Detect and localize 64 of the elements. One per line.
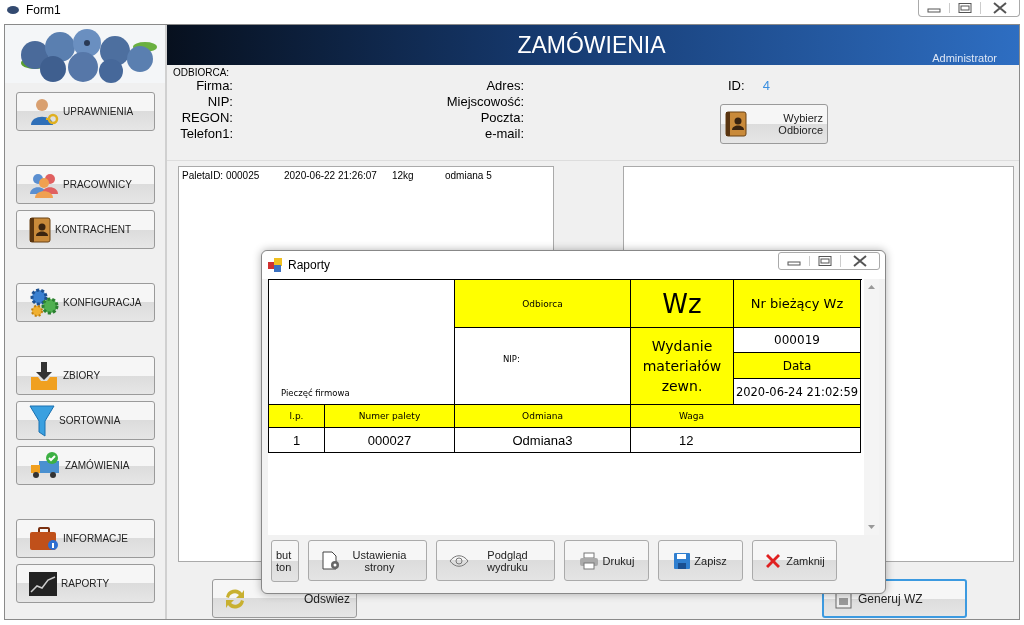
dialog-title: Raporty xyxy=(288,258,331,272)
column-header: Odmiana xyxy=(455,405,631,428)
table-cell: Odmiana3 xyxy=(455,428,631,453)
field-label: NIP: xyxy=(207,94,233,110)
page-title: ZAMÓWIENIA xyxy=(517,31,666,59)
sidebar-button[interactable]: SORTOWNIA xyxy=(16,401,155,440)
download-tray-icon xyxy=(29,360,59,391)
toolbar-button[interactable]: Drukuj xyxy=(564,540,649,581)
stamp-label: Pieczęć firmowa xyxy=(269,280,455,405)
sidebar-button[interactable]: KONFIGURACJA xyxy=(16,283,155,322)
page-settings-icon xyxy=(320,550,341,571)
sidebar-button[interactable]: INFORMACJE xyxy=(16,519,155,558)
close-icon xyxy=(764,551,783,570)
briefcase-icon xyxy=(29,525,59,552)
toolbar-button[interactable]: Zapisz xyxy=(658,540,743,581)
sidebar-button[interactable]: KONTRACHENT xyxy=(16,210,155,249)
sidebar-button[interactable]: ZAMÓWIENIA xyxy=(16,446,155,485)
field-label: Firma: xyxy=(196,78,233,94)
sidebar-button[interactable]: UPRAWNIENIA xyxy=(16,92,155,131)
list-item[interactable]: PaletaID: 000025 2020-06-22 21:26:07 12kg odmiana 5 xyxy=(179,167,553,181)
contact-book-icon xyxy=(725,111,747,137)
header-cell: Nr bieżący Wz xyxy=(734,280,861,328)
floppy-icon xyxy=(674,552,691,569)
printer-icon xyxy=(578,551,599,570)
report-icon xyxy=(268,258,282,272)
field-label: e-mail: xyxy=(485,126,524,142)
id-label: ID: xyxy=(728,78,745,94)
id-value: 4 xyxy=(762,78,770,94)
eye-icon xyxy=(448,553,469,568)
funnel-icon xyxy=(29,403,55,438)
choose-recipient-button[interactable]: Wybierz Odbiorce xyxy=(720,104,828,144)
contact-book-icon xyxy=(29,216,51,243)
sidebar-button[interactable]: PRACOWNICY xyxy=(16,165,155,204)
sidebar-button[interactable]: ZBIORY xyxy=(16,356,155,395)
field-label: REGON: xyxy=(181,110,233,126)
refresh-icon xyxy=(223,586,247,611)
toolbar-button[interactable]: Podgląd wydruku xyxy=(436,540,555,581)
field-label: Adres: xyxy=(486,78,524,94)
section-legend: ODBIORCA: xyxy=(173,67,230,78)
column-header: Waga xyxy=(631,405,861,428)
truck-icon xyxy=(29,450,61,481)
chart-icon xyxy=(29,571,57,596)
toolbar-button[interactable]: Zamknij xyxy=(752,540,837,581)
people-icon xyxy=(29,171,59,198)
header-cell: Odbiorca xyxy=(455,280,631,328)
sidebar-button[interactable]: RAPORTY xyxy=(16,564,155,603)
column-header: l.p. xyxy=(269,405,325,428)
user-name: Administrator xyxy=(932,52,997,64)
table-cell: NIP: xyxy=(455,328,631,405)
field-label: Telefon1: xyxy=(180,126,233,142)
column-header: Numer palety xyxy=(325,405,455,428)
header-cell: Wydanie materiałów zewn. xyxy=(631,328,734,405)
header-cell: Data xyxy=(734,353,860,379)
table-cell: 000027 xyxy=(325,428,455,453)
person-key-icon xyxy=(29,96,59,127)
table-cell: 12 xyxy=(631,428,861,453)
toolbar-button[interactable]: Ustawienia strony xyxy=(308,540,427,581)
toolbar-button[interactable]: button xyxy=(271,540,299,582)
window-title: Form1 xyxy=(26,3,61,17)
field-label: Miejscowość: xyxy=(446,94,524,110)
field-label: Poczta: xyxy=(480,110,524,126)
header-cell: Wz xyxy=(631,280,734,328)
table-cell: 1 xyxy=(269,428,325,453)
gears-icon xyxy=(29,287,59,318)
